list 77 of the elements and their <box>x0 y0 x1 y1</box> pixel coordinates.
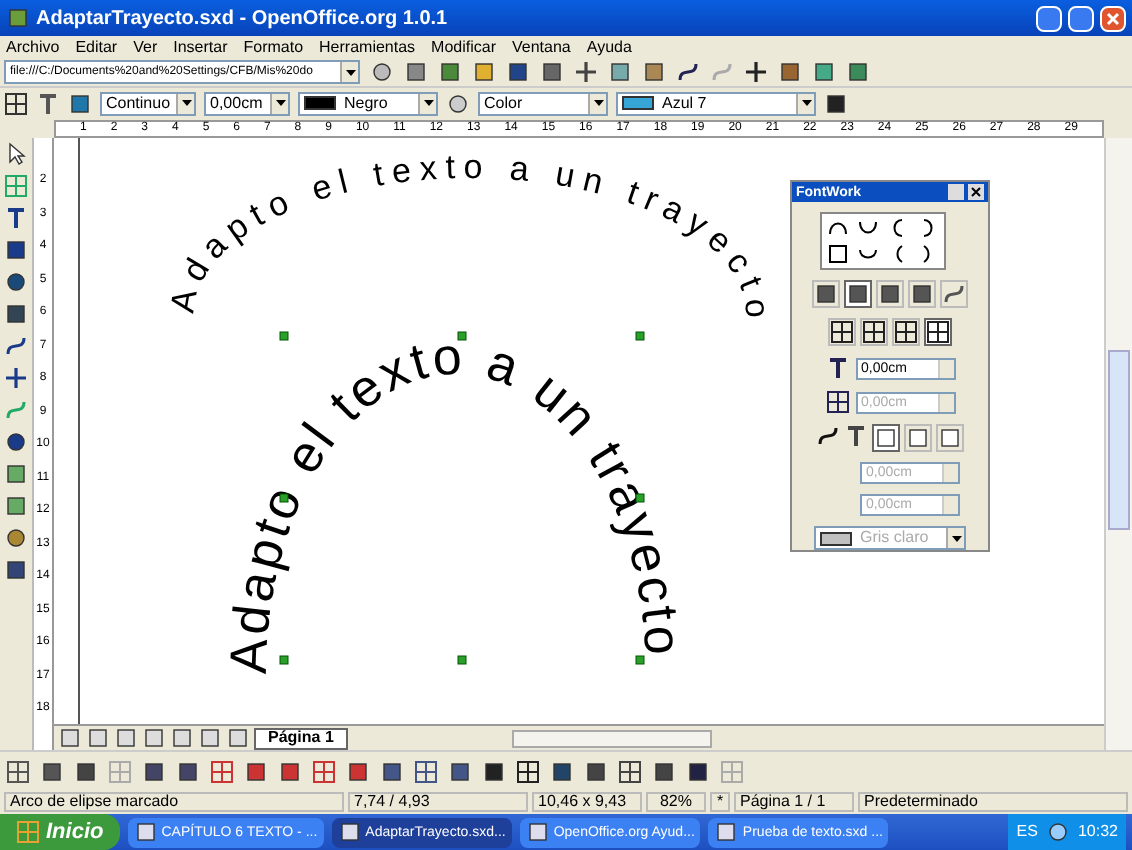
maximize-button[interactable] <box>1068 5 1094 31</box>
toolbar-icon[interactable] <box>346 759 370 783</box>
toolbar-icon[interactable] <box>6 759 30 783</box>
menu-item[interactable]: Ventana <box>512 39 571 55</box>
toolbar-icon[interactable] <box>550 759 574 783</box>
menu-item[interactable]: Insertar <box>173 39 228 55</box>
page-nav-icon[interactable] <box>114 726 138 750</box>
zoom-text: 82% <box>646 792 706 812</box>
clock: 10:32 <box>1077 820 1118 844</box>
start-button[interactable]: Inicio <box>0 814 120 850</box>
selection-handle[interactable] <box>457 331 467 341</box>
modified-indicator: * <box>710 792 730 812</box>
toolbar-icon[interactable] <box>142 759 166 783</box>
menu-item[interactable]: Editar <box>75 39 118 55</box>
line-width-field[interactable]: 0,00cm <box>204 91 290 115</box>
contour-icon[interactable] <box>816 424 840 448</box>
line-style-field[interactable]: Continuo <box>100 91 196 115</box>
fill-type-field[interactable]: Color <box>478 91 608 115</box>
size-text: 10,46 x 9,43 <box>532 792 642 812</box>
style-text: Predeterminado <box>858 792 1128 812</box>
color-swatch <box>622 96 654 110</box>
toolbar-icon[interactable] <box>244 759 268 783</box>
menu-item[interactable]: Formato <box>243 39 304 55</box>
minimize-button[interactable] <box>1036 5 1062 31</box>
selection-handle[interactable] <box>279 655 289 665</box>
toolbar-icon[interactable] <box>448 759 472 783</box>
arc-shape-icon[interactable] <box>823 242 851 266</box>
toolbar-icon[interactable] <box>516 759 540 783</box>
toolbar-icon[interactable] <box>414 759 438 783</box>
selection-handle[interactable] <box>279 493 289 503</box>
color-swatch <box>820 531 852 545</box>
toolbar-icon[interactable] <box>40 759 64 783</box>
toolbar-icon[interactable] <box>652 759 676 783</box>
toolbar-icon[interactable] <box>482 759 506 783</box>
page-tab[interactable]: Página 1 <box>254 727 348 749</box>
close-icon <box>970 186 982 198</box>
menu-item[interactable]: Herramientas <box>319 39 416 55</box>
page-nav-icon[interactable] <box>86 726 110 750</box>
status-message: Arco de elipse marcado <box>4 792 344 812</box>
fill-color-field[interactable]: Azul 7 <box>616 91 816 115</box>
pointer-arrow-icon[interactable] <box>4 142 28 166</box>
menu-item[interactable]: Archivo <box>6 39 60 55</box>
menu-item[interactable]: Ayuda <box>586 39 632 55</box>
text-tool-icon[interactable] <box>4 206 28 230</box>
selection-handle[interactable] <box>635 331 645 341</box>
vertical-scrollbar[interactable] <box>1104 138 1132 750</box>
position-text: 7,74 / 4,93 <box>348 792 528 812</box>
page-nav-icon[interactable] <box>58 726 82 750</box>
page-nav-icon[interactable] <box>198 726 222 750</box>
menu-item[interactable]: Modificar <box>431 39 496 55</box>
page-nav-icon[interactable] <box>226 726 250 750</box>
color-swatch <box>304 96 336 110</box>
horizontal-scrollbar[interactable] <box>511 729 712 747</box>
page-nav-icon[interactable] <box>170 726 194 750</box>
ellipse-tool-icon[interactable] <box>4 270 28 294</box>
page-indicator: Página 1 / 1 <box>734 792 854 812</box>
page-nav-icon[interactable] <box>142 726 166 750</box>
selection-handle[interactable] <box>635 493 645 503</box>
window-title: AdaptarTrayecto.sxd - OpenOffice.org 1.0.1 <box>36 5 450 33</box>
close-button[interactable] <box>968 184 984 200</box>
toolbar-icon[interactable] <box>686 759 710 783</box>
shape-gallery[interactable] <box>819 212 945 270</box>
selection-handle[interactable] <box>279 331 289 341</box>
toolbar-icon[interactable] <box>584 759 608 783</box>
close-icon <box>1106 11 1120 25</box>
toolbar-icon[interactable] <box>278 759 302 783</box>
toolbar-icon[interactable] <box>380 759 404 783</box>
menu-item[interactable]: Ver <box>133 39 158 55</box>
toolbar-icon[interactable] <box>74 759 98 783</box>
selection-handle[interactable] <box>457 655 467 665</box>
line-color-field[interactable]: Negro <box>298 91 438 115</box>
toolbar-icon[interactable] <box>176 759 200 783</box>
toolbar-icon[interactable] <box>618 759 642 783</box>
scroll-thumb[interactable] <box>1108 350 1130 530</box>
curve-tool-icon[interactable] <box>4 334 28 358</box>
selection-handle[interactable] <box>635 655 645 665</box>
rectangle-tool-icon[interactable] <box>4 238 28 262</box>
